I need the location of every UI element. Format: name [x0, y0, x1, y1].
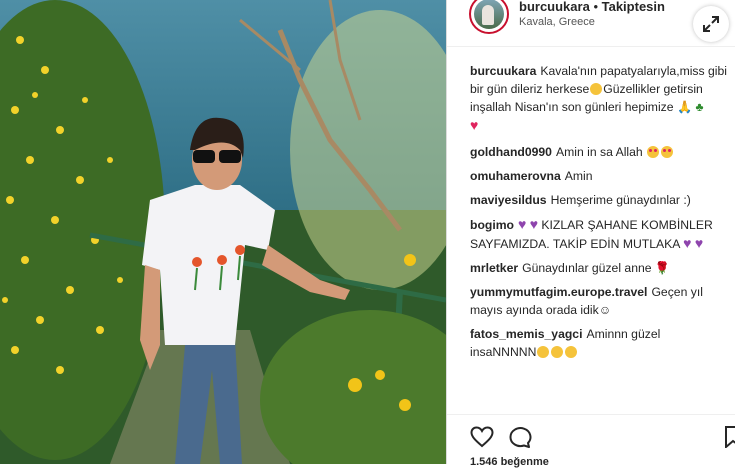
header-separator: •: [593, 0, 598, 14]
comment-item: mrletker Günaydınlar güzel anne 🌹: [470, 259, 735, 277]
comment-text-line2: insaNNNNN: [470, 345, 537, 359]
header-divider: [447, 46, 735, 47]
bookmark-icon[interactable]: [725, 426, 735, 448]
comment-text: Amin in sa Allah: [555, 145, 643, 159]
likes-count[interactable]: 1.546 beğenme: [470, 456, 549, 468]
comment-text: Hemşerime günaydınlar :): [550, 193, 691, 207]
follow-status[interactable]: Takiptesin: [602, 0, 665, 14]
purple-heart-emoji-icon: ♥: [694, 235, 704, 251]
comment-text: Amin: [564, 169, 593, 183]
comment-username[interactable]: burcuukara: [470, 64, 536, 78]
heart-eyes-emoji-icon: [661, 146, 674, 158]
purple-heart-emoji-icon: ♥: [529, 216, 539, 232]
comment-bubble-icon[interactable]: [508, 426, 532, 448]
smile-emoji-icon: [537, 346, 550, 358]
clover-emoji-icon: ♣: [695, 100, 704, 114]
comment-text: Geçen yıl: [651, 285, 703, 299]
actions-divider: [447, 414, 735, 415]
smile-emoji-icon: [590, 83, 603, 95]
caption-line1: Kavala'nın papatyalarıyla,miss gibi: [540, 64, 727, 78]
caption-line2: bir gün dileriz herkese: [470, 82, 590, 96]
post-actions: [470, 424, 735, 450]
prayer-emoji-icon: 🙏: [676, 100, 693, 114]
comment-item: goldhand0990 Amin in sa Allah: [470, 143, 735, 161]
comment-text: KIZLAR ŞAHANE KOMBİNLER: [541, 218, 713, 232]
comment-text: Günaydınlar güzel anne: [522, 261, 652, 275]
caption-line3: inşallah Nisan'ın son günleri hepimize: [470, 100, 674, 114]
comment-item: omuhamerovna Amin: [470, 167, 735, 185]
comments-list: burcuukara Kavala'nın papatyalarıyla,miss…: [470, 62, 735, 367]
comment-item: fatos_memis_yagci Aminnn güzel insaNNNNN: [470, 325, 735, 361]
purple-heart-emoji-icon: ♥: [518, 216, 527, 232]
caption-line2b: Güzellikler getirsin: [603, 82, 703, 96]
comment-username[interactable]: maviyesildus: [470, 193, 547, 207]
avatar[interactable]: [469, 0, 509, 34]
comment-text-line2: SAYFAMIZDA. TAKİP EDİN MUTLAKA: [470, 237, 680, 251]
post-location[interactable]: Kavala, Greece: [519, 16, 595, 28]
rose-emoji-icon: 🌹: [654, 261, 671, 275]
post-header: burcuukara • Takiptesin Kavala, Greece: [447, 0, 735, 46]
header-user-line: burcuukara • Takiptesin: [519, 0, 665, 14]
purple-heart-emoji-icon: ♥: [683, 235, 692, 251]
comment-username[interactable]: bogimo: [470, 218, 514, 232]
header-username[interactable]: burcuukara: [519, 0, 590, 14]
comment-username[interactable]: mrletker: [470, 261, 518, 275]
smile-emoji-icon: [565, 346, 578, 358]
expand-icon: [703, 16, 719, 32]
comment-text: Aminnn güzel: [586, 327, 661, 341]
post-photo[interactable]: [0, 0, 446, 464]
red-heart-emoji-icon: ♥: [470, 117, 479, 133]
comment-item: bogimo ♥ ♥ KIZLAR ŞAHANE KOMBİNLER SAYFAM…: [470, 215, 735, 253]
comment-username[interactable]: yummymutfagim.europe.travel: [470, 285, 647, 299]
heart-eyes-emoji-icon: [647, 146, 660, 158]
comment-username[interactable]: omuhamerovna: [470, 169, 561, 183]
smile-emoji-icon: ☺: [598, 303, 612, 317]
comment-username[interactable]: fatos_memis_yagci: [470, 327, 582, 341]
comment-item: maviyesildus Hemşerime günaydınlar :): [470, 191, 735, 209]
comment-text-line2: mayıs ayında orada idik: [470, 303, 599, 317]
smile-emoji-icon: [551, 346, 564, 358]
heart-outline-icon[interactable]: [470, 426, 494, 448]
expand-button[interactable]: [693, 6, 729, 42]
comment-username[interactable]: goldhand0990: [470, 145, 552, 159]
panel-divider: [446, 0, 447, 464]
caption: burcuukara Kavala'nın papatyalarıyla,miss…: [470, 62, 735, 135]
comment-item: yummymutfagim.europe.travel Geçen yıl may…: [470, 283, 735, 319]
